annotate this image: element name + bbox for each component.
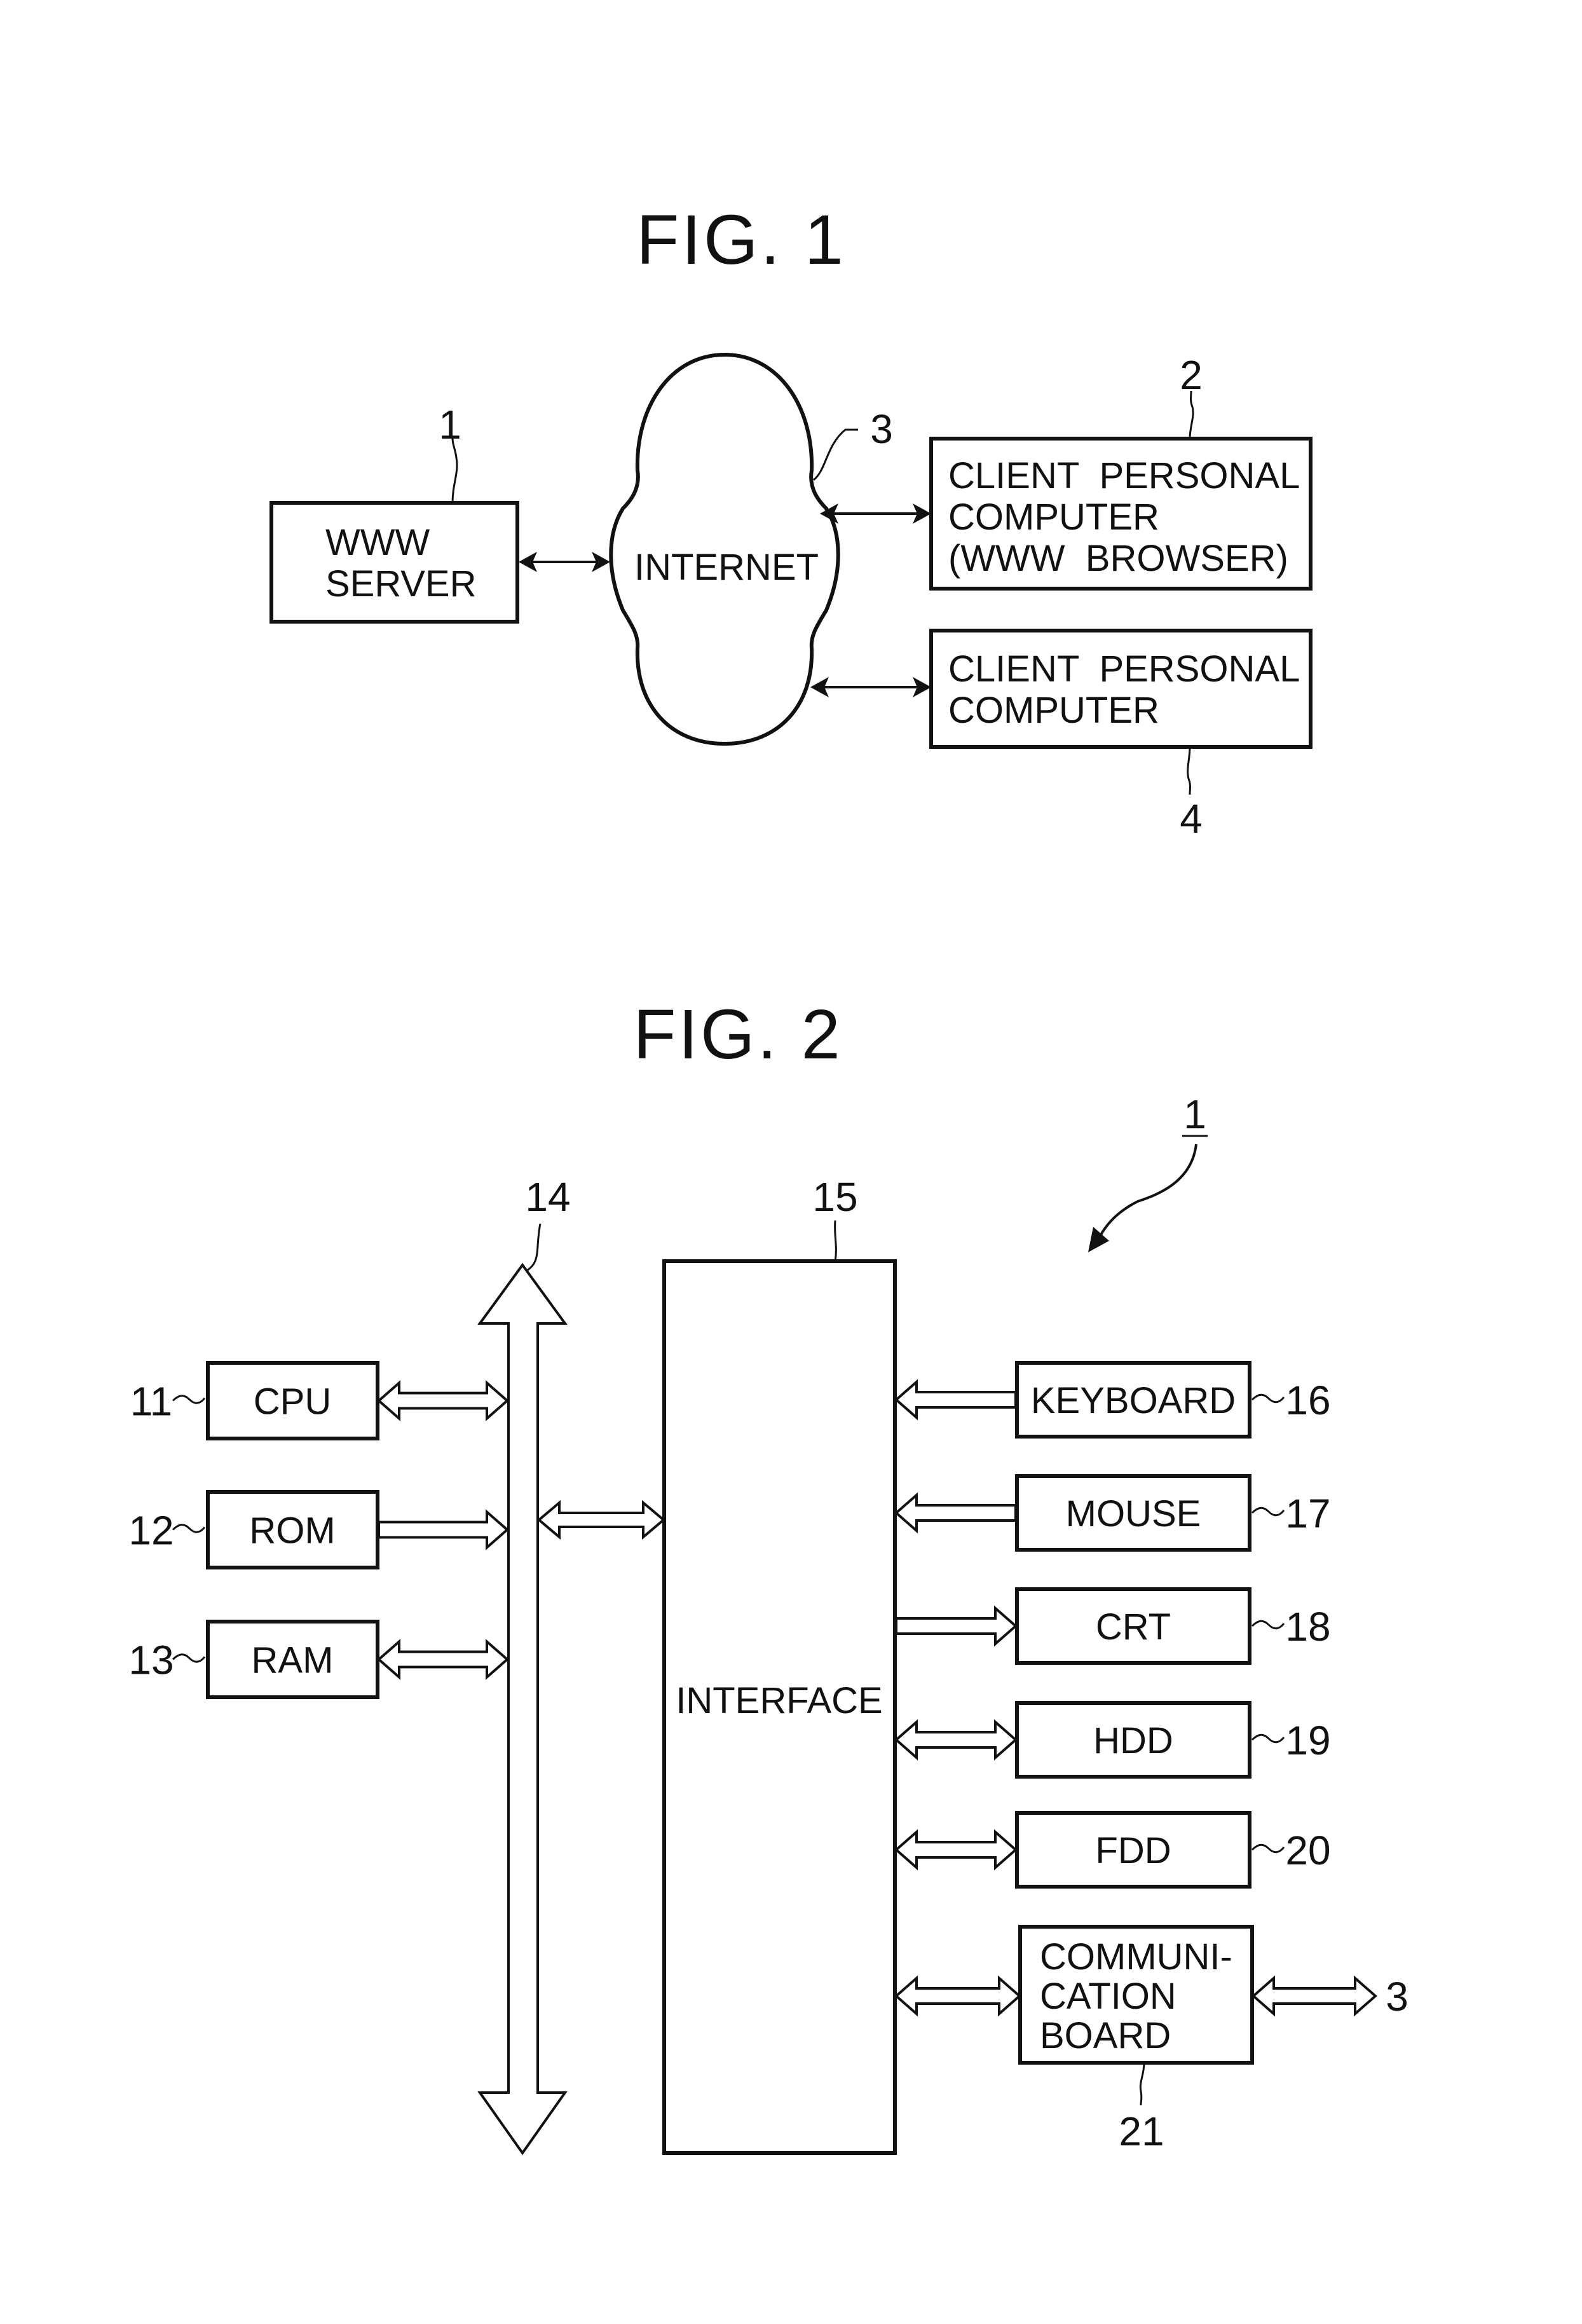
ram-bus-arrow <box>376 1639 510 1680</box>
www-server-ref: 1 <box>439 402 461 448</box>
www-server-label-line1: WWW <box>325 522 430 563</box>
crt-block: CRT 18 <box>895 1587 1331 1665</box>
cpu-block: CPU 11 <box>130 1361 510 1440</box>
rom-leader <box>172 1524 206 1533</box>
right-units: KEYBOARD 16 MOUSE 17 CRT 18 HDD 19 FDD 20 <box>894 1361 1331 1889</box>
keyboard-interface-arrow <box>894 1379 1017 1421</box>
interface-label: INTERFACE <box>676 1680 883 1721</box>
keyboard-leader <box>1251 1393 1285 1404</box>
internet-label: INTERNET <box>634 547 819 588</box>
keyboard-ref: 16 <box>1285 1377 1330 1423</box>
cpu-leader <box>172 1395 206 1404</box>
keyboard-label: KEYBOARD <box>1031 1380 1236 1421</box>
ram-label: RAM <box>252 1640 334 1681</box>
device-ref: 1 <box>1183 1091 1206 1137</box>
fig1-title: FIG. 1 <box>636 201 846 279</box>
internet-ref: 3 <box>870 406 893 452</box>
client-pc-line1: CLIENT PERSONAL <box>948 648 1300 690</box>
ram-ref: 13 <box>128 1637 174 1683</box>
comm-board-external-ref: 3 <box>1386 1974 1408 2020</box>
mouse-block: MOUSE 17 <box>894 1474 1331 1552</box>
hdd-block: HDD 19 <box>894 1701 1331 1779</box>
figure-2: FIG. 2 1 14 INTERFACE 15 CPU 11 ROM 12 RAM 13… <box>128 995 1408 2156</box>
ram-block: RAM 13 <box>128 1620 510 1699</box>
figure-1: FIG. 1 WWW SERVER 1 INTERNET 3 CLIENT PE… <box>269 201 1313 842</box>
rom-ref: 12 <box>128 1508 174 1554</box>
left-units: CPU 11 ROM 12 RAM 13 <box>128 1361 510 1699</box>
fdd-leader <box>1251 1843 1285 1854</box>
hdd-label: HDD <box>1093 1720 1173 1761</box>
cpu-bus-arrow <box>376 1380 510 1421</box>
fdd-block: FDD 20 <box>894 1811 1331 1889</box>
bus-ref: 14 <box>525 1174 570 1220</box>
hdd-ref: 19 <box>1285 1718 1330 1763</box>
communication-board-block: COMMUNI- CATION BOARD 3 21 <box>894 1925 1408 2154</box>
connection-internet-client <box>810 677 931 697</box>
hdd-leader <box>1251 1733 1285 1744</box>
communication-board-leader <box>1139 2062 1145 2106</box>
mouse-ref: 17 <box>1285 1491 1330 1536</box>
device-reference: 1 <box>1088 1091 1208 1252</box>
hdd-interface-arrow <box>894 1719 1018 1761</box>
www-server-label-line2: SERVER <box>325 563 476 605</box>
communication-board-ref: 21 <box>1119 2109 1164 2154</box>
communication-board-line1: COMMUNI- <box>1040 1936 1232 1978</box>
crt-label: CRT <box>1096 1606 1171 1648</box>
client-pc-browser-block: CLIENT PERSONAL COMPUTER (WWW BROWSER) 2 <box>929 352 1313 591</box>
connection-internet-client-browser <box>820 503 931 524</box>
mouse-label: MOUSE <box>1066 1493 1201 1535</box>
interface-block: INTERFACE 15 <box>662 1174 897 2155</box>
internet-leader <box>813 428 858 481</box>
client-pc-ref: 4 <box>1180 796 1203 842</box>
cpu-ref: 11 <box>130 1379 172 1425</box>
rom-label: ROM <box>249 1510 335 1552</box>
client-pc-block: CLIENT PERSONAL COMPUTER 4 <box>929 629 1313 842</box>
client-pc-browser-line1: CLIENT PERSONAL <box>948 455 1300 496</box>
internet-cloud-block: INTERNET 3 <box>609 352 893 746</box>
client-pc-leader <box>1187 746 1191 795</box>
fig2-title: FIG. 2 <box>633 995 843 1074</box>
fdd-ref: 20 <box>1285 1828 1330 1873</box>
cpu-label: CPU <box>254 1381 331 1423</box>
ram-leader <box>172 1653 206 1663</box>
fdd-interface-arrow <box>894 1829 1018 1871</box>
client-pc-browser-leader <box>1189 390 1194 439</box>
device-ref-curve <box>1097 1144 1197 1240</box>
crt-interface-arrow <box>895 1605 1018 1647</box>
www-server-leader <box>451 438 458 503</box>
www-server-block: WWW SERVER 1 <box>269 402 519 624</box>
interface-leader <box>834 1220 837 1262</box>
interface-ref: 15 <box>812 1174 857 1220</box>
bus-interface-arrow <box>536 1500 666 1540</box>
connection-server-internet <box>519 552 610 572</box>
mouse-leader <box>1251 1507 1285 1517</box>
crt-ref: 18 <box>1285 1604 1330 1650</box>
bus-leader <box>527 1223 542 1271</box>
comm-board-external-arrow <box>1251 1975 1378 2017</box>
fdd-label: FDD <box>1095 1830 1171 1871</box>
client-pc-browser-line2: COMPUTER <box>948 496 1159 538</box>
interface-comm-board-arrow <box>894 1975 1022 2017</box>
crt-leader <box>1251 1620 1285 1630</box>
patent-drawing: FIG. 1 WWW SERVER 1 INTERNET 3 CLIENT PE… <box>128 201 1408 2156</box>
client-pc-browser-ref: 2 <box>1180 352 1203 398</box>
rom-block: ROM 12 <box>128 1490 510 1569</box>
client-pc-browser-line3: (WWW BROWSER) <box>948 538 1288 579</box>
communication-board-line2: CATION <box>1040 1976 1176 2017</box>
communication-board-line3: BOARD <box>1040 2015 1171 2056</box>
rom-bus-arrow <box>378 1509 510 1550</box>
keyboard-block: KEYBOARD 16 <box>894 1361 1331 1439</box>
device-ref-arrowhead-icon <box>1088 1227 1109 1252</box>
client-pc-line2: COMPUTER <box>948 690 1159 731</box>
mouse-interface-arrow <box>894 1492 1017 1534</box>
